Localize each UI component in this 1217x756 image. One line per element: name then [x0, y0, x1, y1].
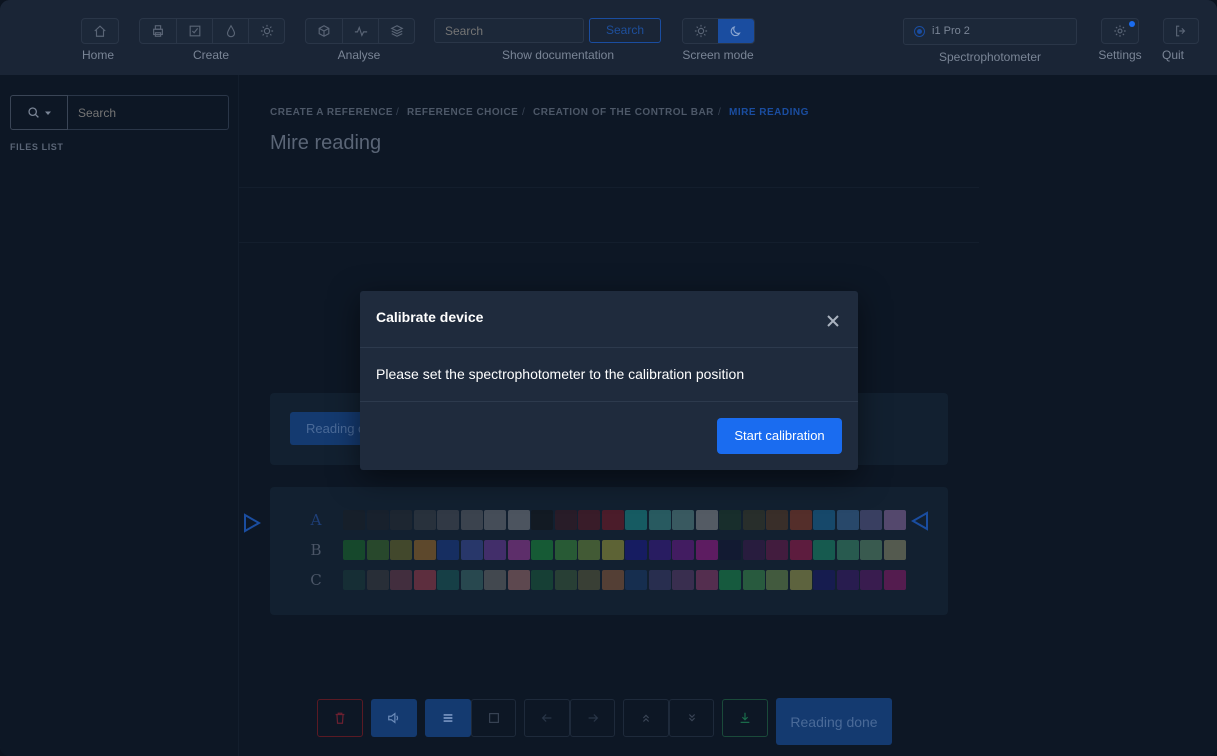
calibrate-modal: Calibrate device Please set the spectrop…: [360, 291, 858, 470]
modal-message: Please set the spectrophotometer to the …: [376, 366, 745, 382]
modal-title: Calibrate device: [376, 309, 484, 325]
modal-divider: [360, 401, 858, 402]
close-icon: [827, 315, 839, 327]
modal-close-button[interactable]: [824, 312, 842, 330]
modal-divider: [360, 347, 858, 348]
app-window: Home Create Analyse Search Show document…: [0, 0, 1217, 756]
start-calibration-button[interactable]: Start calibration: [717, 418, 842, 454]
